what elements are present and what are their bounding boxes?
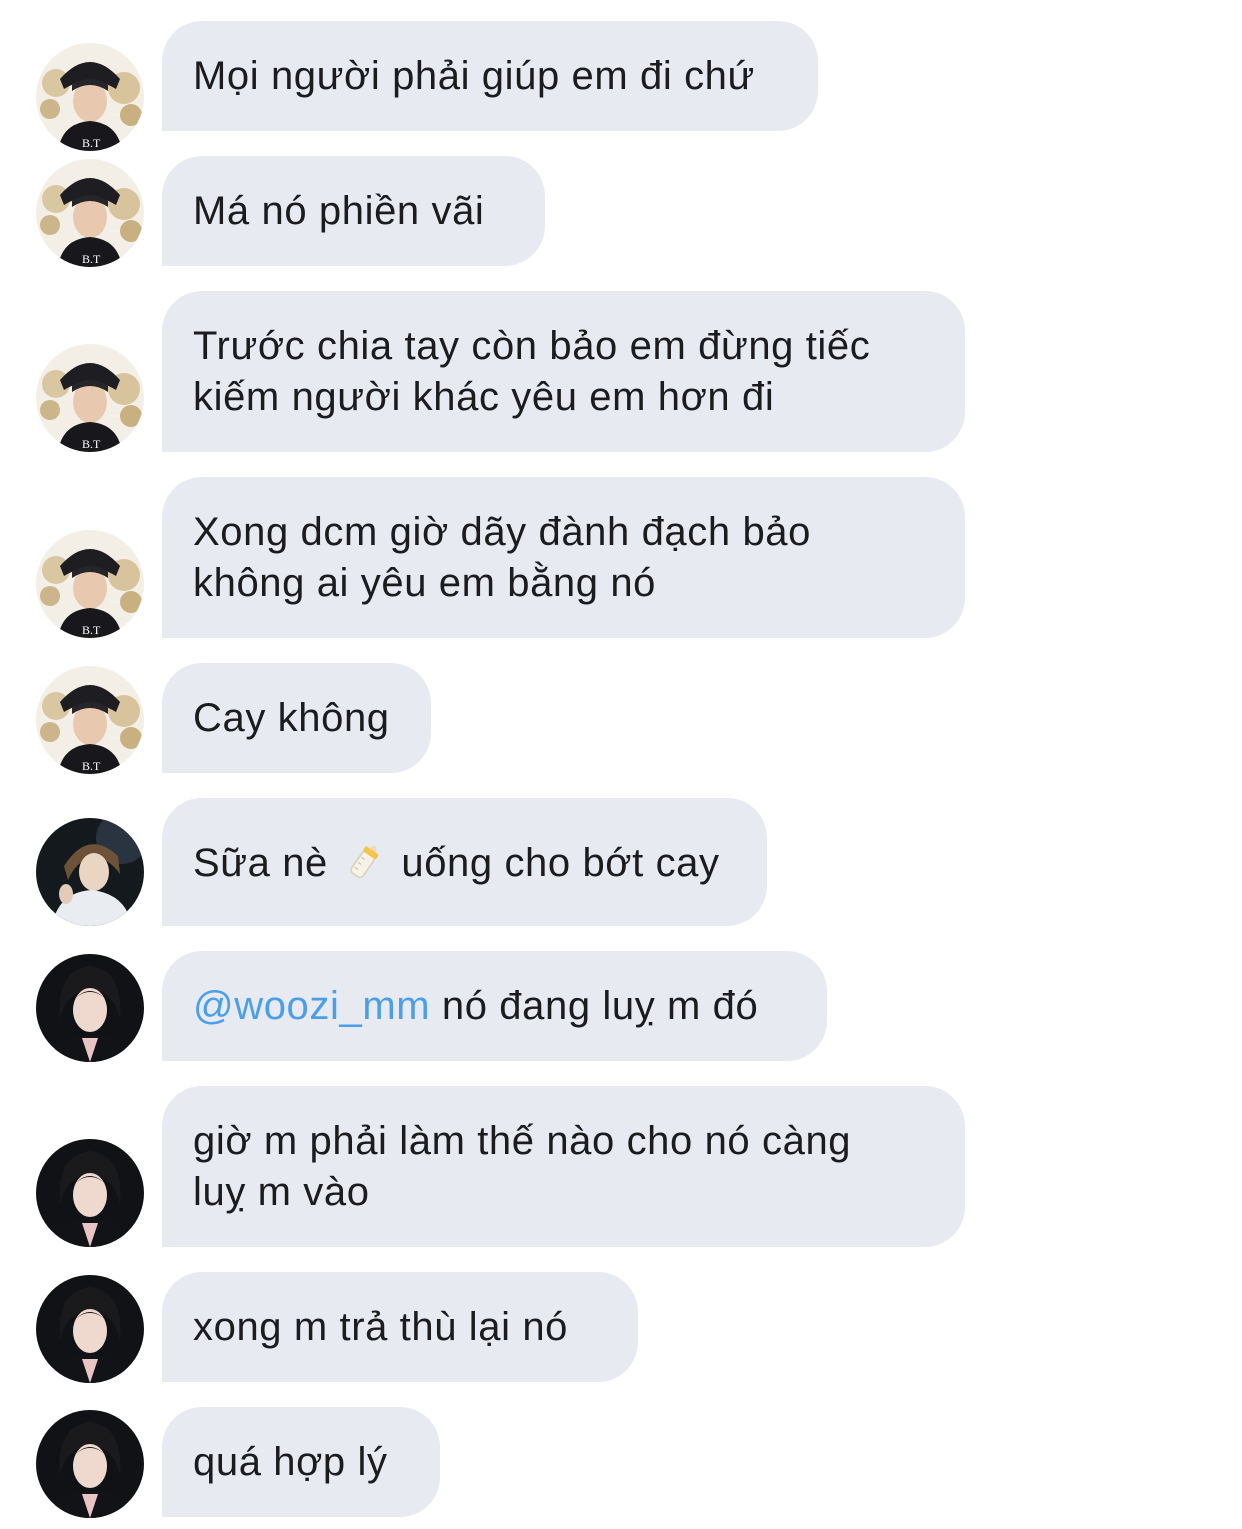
message-bubble[interactable]: xong m trả thù lại nó [162,1272,638,1382]
avatar-image [36,666,144,774]
avatar-image [36,159,144,267]
message-bubble[interactable]: Xong dcm giờ dãy đành đạch bảo không ai … [162,477,965,638]
message-bubble[interactable]: Mọi người phải giúp em đi chứ [162,21,818,131]
message-row: Xong dcm giờ dãy đành đạch bảo không ai … [0,477,1242,638]
message-text: xong m trả thù lại nó [193,1305,569,1349]
avatar[interactable] [36,530,144,638]
user-mention-link[interactable]: @woozi_mm [193,984,430,1028]
message-text-line: Trước chia tay còn bảo em đừng tiếc [193,324,871,368]
message-row: Sữa nè uống cho bớt cay [0,798,1242,926]
message-bubble[interactable]: quá hợp lý [162,1407,440,1517]
message-bubble[interactable]: @woozi_mm nó đang luỵ m đó [162,951,827,1061]
avatar-image [36,43,144,151]
avatar-image [36,1410,144,1518]
message-row: quá hợp lý [0,1407,1242,1517]
avatar-image [36,530,144,638]
message-text: quá hợp lý [193,1440,388,1484]
message-row: Má nó phiền vãi [0,156,1242,266]
avatar-image [36,1275,144,1383]
avatar[interactable] [36,954,144,1062]
avatar[interactable] [36,666,144,774]
avatar[interactable] [36,159,144,267]
message-row: Cay không [0,663,1242,773]
message-bubble[interactable]: Cay không [162,663,431,773]
message-text: uống cho bớt cay [401,841,720,885]
message-text: Cay không [193,696,390,740]
message-bubble[interactable]: Má nó phiền vãi [162,156,545,266]
message-row: @woozi_mm nó đang luỵ m đó [0,951,1242,1061]
message-text: nó đang luỵ m đó [441,984,759,1028]
message-text-line: Xong dcm giờ dãy đành đạch bảo [193,510,811,554]
avatar-image [36,818,144,926]
message-text: Mọi người phải giúp em đi chứ [193,54,755,98]
message-text-line: luỵ m vào [193,1170,370,1214]
message-bubble[interactable]: Sữa nè uống cho bớt cay [162,798,767,926]
message-row: xong m trả thù lại nó [0,1272,1242,1382]
message-bubble[interactable]: giờ m phải làm thế nào cho nó càng luỵ m… [162,1086,965,1247]
message-text: Sữa nè [193,841,328,885]
avatar-image [36,954,144,1062]
avatar[interactable] [36,818,144,926]
message-row: Trước chia tay còn bảo em đừng tiếc kiếm… [0,291,1242,452]
avatar[interactable] [36,1410,144,1518]
avatar[interactable] [36,43,144,151]
message-row: Mọi người phải giúp em đi chứ [0,21,1242,131]
message-text-line: giờ m phải làm thế nào cho nó càng [193,1119,852,1163]
message-text: Má nó phiền vãi [193,189,485,233]
message-text-line: không ai yêu em bằng nó [193,561,657,605]
avatar[interactable] [36,1275,144,1383]
avatar[interactable] [36,1139,144,1247]
avatar[interactable] [36,344,144,452]
avatar-image [36,1139,144,1247]
message-bubble[interactable]: Trước chia tay còn bảo em đừng tiếc kiếm… [162,291,965,452]
baby-bottle-icon [349,845,378,879]
message-text-line: kiếm người khác yêu em hơn đi [193,375,775,419]
avatar-image [36,344,144,452]
message-row: giờ m phải làm thế nào cho nó càng luỵ m… [0,1086,1242,1247]
